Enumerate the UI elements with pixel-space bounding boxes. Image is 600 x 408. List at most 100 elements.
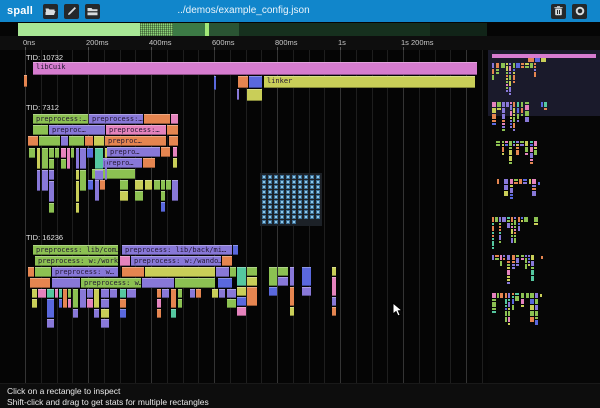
flame-rect[interactable]	[247, 267, 257, 276]
flame-rect[interactable]	[101, 319, 109, 328]
flame-rect[interactable]	[216, 267, 229, 277]
flame-rect[interactable]	[68, 299, 71, 308]
flame-rect[interactable]	[278, 267, 288, 276]
flame-rect[interactable]	[120, 180, 128, 190]
flame-rect[interactable]	[161, 202, 165, 212]
flame-rect[interactable]	[227, 289, 236, 298]
flame-rect[interactable]	[61, 159, 66, 169]
open-folder-button[interactable]	[43, 4, 58, 19]
flame-rect[interactable]	[105, 148, 107, 158]
flame-rect[interactable]	[49, 148, 54, 158]
flame-rect[interactable]	[87, 148, 93, 158]
flame-rect[interactable]	[143, 158, 155, 168]
flame-rect[interactable]	[101, 289, 109, 298]
flame-rect[interactable]	[95, 180, 99, 201]
flame-rect[interactable]	[161, 147, 170, 157]
flame-rect[interactable]	[80, 170, 86, 191]
flame-rect[interactable]	[55, 289, 58, 298]
flame-rect[interactable]	[35, 267, 51, 277]
edit-button[interactable]	[64, 4, 79, 19]
activity-overview-strip[interactable]	[18, 23, 487, 36]
minimap[interactable]	[488, 50, 600, 383]
flame-rect[interactable]	[178, 289, 182, 298]
flame-rect[interactable]	[73, 289, 78, 308]
flame-rect[interactable]	[101, 299, 109, 308]
flame-rect[interactable]	[47, 319, 54, 328]
flame-rect[interactable]: preprocess: w…	[81, 278, 141, 288]
flame-rect[interactable]	[171, 309, 176, 318]
flame-rect[interactable]	[237, 267, 246, 286]
flame-rect[interactable]	[162, 289, 169, 298]
flame-rect[interactable]	[37, 148, 40, 169]
flame-rect[interactable]: preprocess:…	[33, 114, 88, 124]
flame-rect[interactable]	[47, 289, 54, 298]
flame-rect[interactable]	[37, 170, 40, 191]
flame-rect[interactable]	[120, 289, 126, 298]
flame-rect[interactable]	[127, 289, 136, 298]
flame-rect[interactable]	[100, 180, 105, 190]
flame-rect[interactable]	[171, 114, 178, 124]
flame-rect[interactable]	[247, 287, 257, 306]
flame-rect[interactable]	[122, 267, 144, 277]
flame-rect[interactable]	[52, 278, 80, 288]
flame-rect[interactable]	[120, 299, 126, 308]
flame-rect[interactable]: libCuik	[33, 62, 477, 75]
flame-rect[interactable]	[85, 136, 93, 146]
flame-rect[interactable]: preprocess: lib/com…	[33, 245, 118, 255]
flame-rect[interactable]	[76, 203, 79, 213]
flame-rect[interactable]	[219, 289, 225, 298]
flame-rect[interactable]	[196, 289, 201, 298]
flame-rect[interactable]	[101, 309, 109, 318]
flame-rect[interactable]	[175, 278, 215, 288]
flame-rect[interactable]	[55, 148, 59, 158]
flame-rect[interactable]	[28, 136, 38, 146]
flame-rect[interactable]	[39, 136, 60, 146]
flame-rect[interactable]	[237, 297, 246, 306]
flame-rect[interactable]	[94, 289, 99, 308]
flame-rect[interactable]	[278, 277, 288, 286]
flame-rect[interactable]	[227, 299, 236, 308]
flame-rect[interactable]	[166, 180, 171, 190]
flame-rect[interactable]	[167, 125, 178, 135]
flame-rect[interactable]	[214, 76, 216, 90]
flame-rect[interactable]	[68, 289, 71, 298]
flame-rect[interactable]	[157, 289, 161, 298]
flame-rect[interactable]	[332, 267, 336, 276]
flame-rect[interactable]	[290, 307, 294, 316]
dense-events-grid[interactable]	[260, 173, 322, 226]
flame-rect[interactable]	[332, 277, 336, 296]
flame-rect[interactable]	[145, 267, 215, 277]
flame-rect[interactable]	[332, 297, 336, 306]
flame-rect[interactable]: preprocess: w…	[52, 267, 118, 277]
flame-rect[interactable]	[120, 309, 126, 318]
flame-rect[interactable]: preproc…	[49, 125, 105, 135]
flame-rect[interactable]	[157, 309, 161, 318]
flame-rect[interactable]	[171, 289, 176, 308]
flame-rect[interactable]	[32, 299, 37, 308]
flame-rect[interactable]	[73, 309, 78, 318]
flame-rect[interactable]: prepro…	[101, 158, 142, 168]
flame-rect[interactable]	[59, 289, 62, 298]
flame-rect[interactable]	[173, 158, 177, 168]
flame-rect[interactable]	[218, 278, 232, 288]
flame-rect[interactable]	[49, 203, 54, 213]
flame-rect[interactable]	[290, 267, 294, 286]
flame-rect[interactable]	[63, 289, 67, 308]
flame-rect[interactable]	[120, 191, 128, 201]
flame-rect[interactable]	[29, 148, 35, 158]
flame-rect[interactable]	[172, 180, 178, 201]
flame-rect[interactable]	[173, 147, 177, 157]
flame-rect[interactable]: prepro…	[107, 147, 160, 157]
flame-rect[interactable]	[161, 191, 165, 201]
flame-rect[interactable]	[28, 267, 34, 277]
flame-rect[interactable]	[95, 170, 103, 180]
flame-rect[interactable]	[24, 75, 27, 87]
flame-rect[interactable]	[76, 148, 79, 169]
flame-rect[interactable]	[110, 289, 117, 298]
flame-rect[interactable]	[71, 148, 74, 158]
flame-rect[interactable]	[80, 289, 86, 308]
flame-rect[interactable]	[120, 256, 130, 266]
flame-rect[interactable]	[76, 170, 79, 180]
flame-rect[interactable]	[76, 181, 79, 202]
flame-rect[interactable]	[230, 267, 236, 277]
